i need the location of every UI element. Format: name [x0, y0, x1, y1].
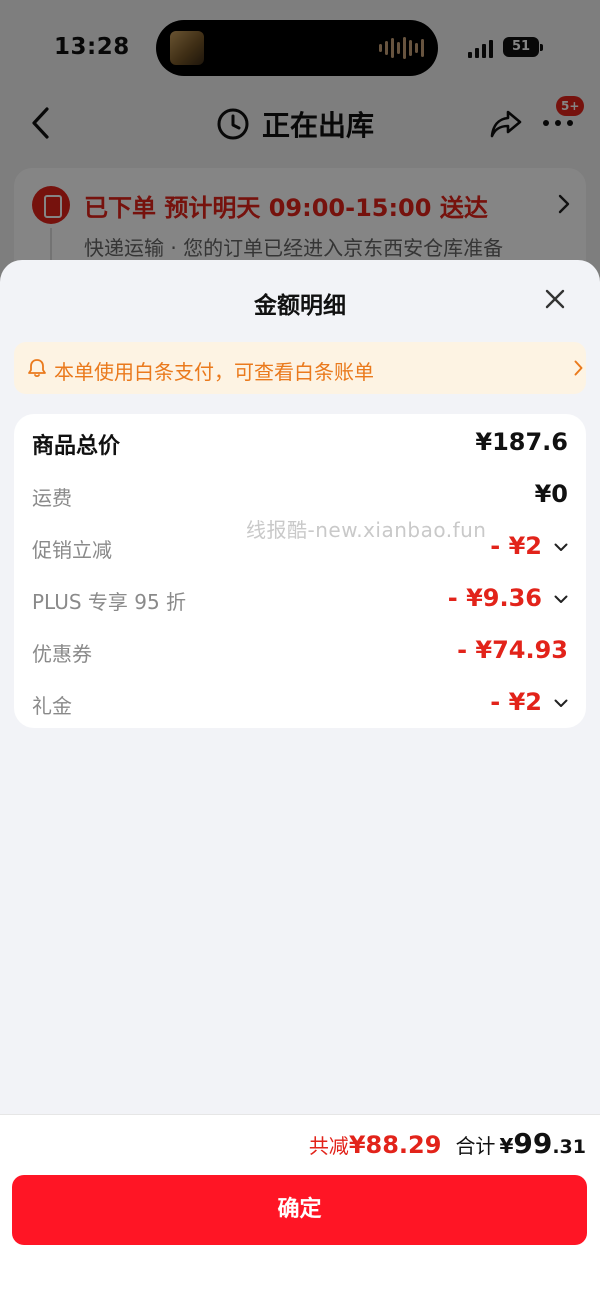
- watermark: 线报酷-new.xianbao.fun: [246, 518, 487, 542]
- row-value: - ¥2: [490, 532, 542, 560]
- chevron-down-icon[interactable]: [554, 699, 568, 708]
- row-label: 优惠券: [32, 642, 92, 666]
- row-plus-discount[interactable]: PLUS 专享 95 折 - ¥9.36: [14, 580, 586, 620]
- total-label: 合计: [455, 1134, 496, 1158]
- row-value: - ¥9.36: [447, 584, 542, 612]
- row-shipping: 运费 ¥0: [14, 476, 586, 516]
- row-label: 礼金: [32, 694, 72, 718]
- notice-text: 本单使用白条支付，可查看白条账单: [54, 360, 374, 384]
- total-amount-integer: 99: [513, 1127, 553, 1160]
- close-icon[interactable]: [542, 286, 568, 312]
- chevron-down-icon[interactable]: [554, 543, 568, 552]
- row-value: - ¥2: [490, 688, 542, 716]
- row-value: ¥187.6: [475, 428, 568, 456]
- totals-summary: 共减 ¥88.29 合计 ¥ 99 .31: [309, 1127, 586, 1160]
- baitiao-notice[interactable]: 本单使用白条支付，可查看白条账单: [14, 342, 586, 394]
- saved-label: 共减: [308, 1134, 349, 1158]
- row-goods-total: 商品总价 ¥187.6: [14, 424, 586, 464]
- checkout-footer: 共减 ¥88.29 合计 ¥ 99 .31 确定: [0, 1114, 600, 1304]
- saved-amount: ¥88.29: [348, 1131, 442, 1159]
- row-gift-money[interactable]: 礼金 - ¥2: [14, 684, 586, 724]
- row-label: 促销立减: [32, 538, 112, 562]
- row-label: 运费: [32, 486, 72, 510]
- row-label: PLUS 专享 95 折: [32, 590, 187, 614]
- confirm-button[interactable]: 确定: [12, 1175, 587, 1245]
- sheet-title: 金额明细: [254, 293, 346, 319]
- price-detail-card: 商品总价 ¥187.6 运费 ¥0 促销立减 - ¥2 PLUS 专享 95 折…: [14, 414, 586, 728]
- row-value: ¥0: [534, 480, 568, 508]
- total-currency: ¥: [499, 1134, 514, 1158]
- total-amount-decimal: .31: [552, 1136, 586, 1158]
- row-value: - ¥74.93: [457, 636, 568, 664]
- chevron-right-icon: [574, 360, 583, 376]
- bell-icon: [28, 359, 46, 378]
- chevron-down-icon[interactable]: [554, 595, 568, 604]
- row-coupon: 优惠券 - ¥74.93: [14, 632, 586, 672]
- row-label: 商品总价: [32, 434, 121, 459]
